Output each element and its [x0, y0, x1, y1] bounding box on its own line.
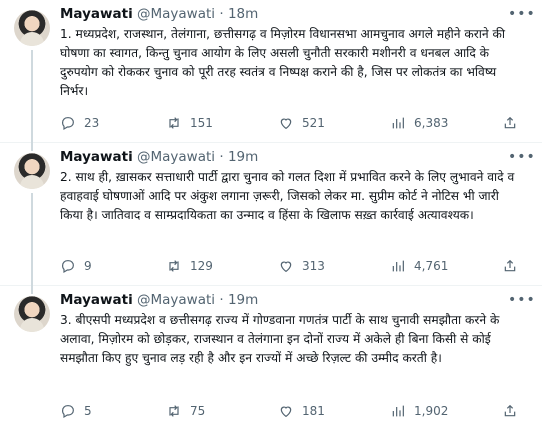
avatar[interactable]	[14, 10, 50, 46]
tweet-text: 1. मध्यप्रदेश, राजस्थान, तेलंगाना, छत्ती…	[60, 27, 506, 98]
retweet-icon	[169, 405, 179, 417]
like-button[interactable]: 313	[278, 257, 325, 275]
share-icon	[504, 404, 516, 417]
separator-dot: ·	[219, 292, 224, 308]
share-icon	[504, 259, 516, 272]
timestamp[interactable]: 19m	[228, 292, 258, 308]
share-button[interactable]	[502, 402, 526, 420]
more-icon[interactable]: •••	[508, 147, 535, 167]
tweet-thread: Mayawati @Mayawati · 18m ••• 1. मध्यप्रद…	[0, 0, 542, 430]
author-name[interactable]: Mayawati	[60, 292, 133, 308]
like-count: 521	[302, 116, 325, 130]
author-name[interactable]: Mayawati	[60, 149, 133, 165]
share-button[interactable]	[502, 257, 526, 275]
reply-icon	[62, 405, 74, 419]
heart-icon	[280, 118, 292, 130]
like-count: 313	[302, 259, 325, 273]
tweet[interactable]: Mayawati @Mayawati · 19m ••• 2. साथ ही, …	[0, 143, 542, 286]
author-name[interactable]: Mayawati	[60, 6, 133, 22]
retweet-count: 151	[190, 116, 213, 130]
timestamp[interactable]: 19m	[228, 149, 258, 165]
views-icon	[392, 117, 404, 129]
retweet-icon	[169, 260, 179, 272]
timestamp[interactable]: 18m	[228, 6, 258, 22]
reply-icon	[62, 260, 74, 274]
tweet-actions: 9 129 313 4,761	[60, 257, 528, 275]
avatar[interactable]	[14, 153, 50, 189]
tweet[interactable]: Mayawati @Mayawati · 18m ••• 1. मध्यप्रद…	[0, 0, 542, 143]
tweet-header: Mayawati @Mayawati · 18m	[60, 4, 502, 24]
views-icon	[392, 405, 404, 417]
reply-button[interactable]: 5	[60, 402, 92, 420]
heart-icon	[280, 261, 292, 273]
more-icon[interactable]: •••	[508, 290, 535, 310]
tweet-text: 3. बीएसपी मध्यप्रदेश व छत्तीसगढ़ राज्य म…	[60, 313, 500, 365]
retweet-button[interactable]: 129	[166, 257, 213, 275]
reply-count: 23	[84, 116, 100, 130]
thread-line	[31, 143, 33, 151]
thread-line	[31, 50, 33, 143]
views-button[interactable]: 1,902	[390, 402, 448, 420]
separator-dot: ·	[219, 6, 224, 22]
author-handle[interactable]: @Mayawati	[137, 6, 215, 22]
tweet-header: Mayawati @Mayawati · 19m	[60, 290, 502, 310]
retweet-button[interactable]: 75	[166, 402, 205, 420]
tweet-text: 2. साथ ही, ख़ासकर सत्ताधारी पार्टी द्वार…	[60, 170, 515, 222]
tweet-actions: 23 151 521 6,383	[60, 114, 528, 132]
like-button[interactable]: 521	[278, 114, 325, 132]
reply-icon	[62, 117, 74, 131]
views-button[interactable]: 6,383	[390, 114, 448, 132]
avatar[interactable]	[14, 296, 50, 332]
separator-dot: ·	[219, 149, 224, 165]
views-button[interactable]: 4,761	[390, 257, 448, 275]
author-handle[interactable]: @Mayawati	[137, 292, 215, 308]
thread-line	[31, 286, 33, 294]
reply-button[interactable]: 9	[60, 257, 92, 275]
tweet-actions: 5 75 181 1,902	[60, 402, 528, 420]
share-icon	[504, 116, 516, 129]
views-count: 1,902	[414, 404, 449, 418]
author-handle[interactable]: @Mayawati	[137, 149, 215, 165]
more-icon[interactable]: •••	[508, 4, 535, 24]
tweet-header: Mayawati @Mayawati · 19m	[60, 147, 502, 167]
heart-icon	[280, 406, 292, 418]
views-count: 6,383	[414, 116, 449, 130]
tweet[interactable]: Mayawati @Mayawati · 19m ••• 3. बीएसपी म…	[0, 286, 542, 430]
like-count: 181	[302, 404, 325, 418]
retweet-button[interactable]: 151	[166, 114, 213, 132]
like-button[interactable]: 181	[278, 402, 325, 420]
share-button[interactable]	[502, 114, 526, 132]
views-icon	[392, 260, 404, 272]
reply-button[interactable]: 23	[60, 114, 99, 132]
reply-count: 5	[84, 404, 92, 418]
retweet-icon	[169, 117, 179, 129]
thread-line	[31, 193, 33, 286]
retweet-count: 129	[190, 259, 213, 273]
retweet-count: 75	[190, 404, 206, 418]
views-count: 4,761	[414, 259, 449, 273]
reply-count: 9	[84, 259, 92, 273]
